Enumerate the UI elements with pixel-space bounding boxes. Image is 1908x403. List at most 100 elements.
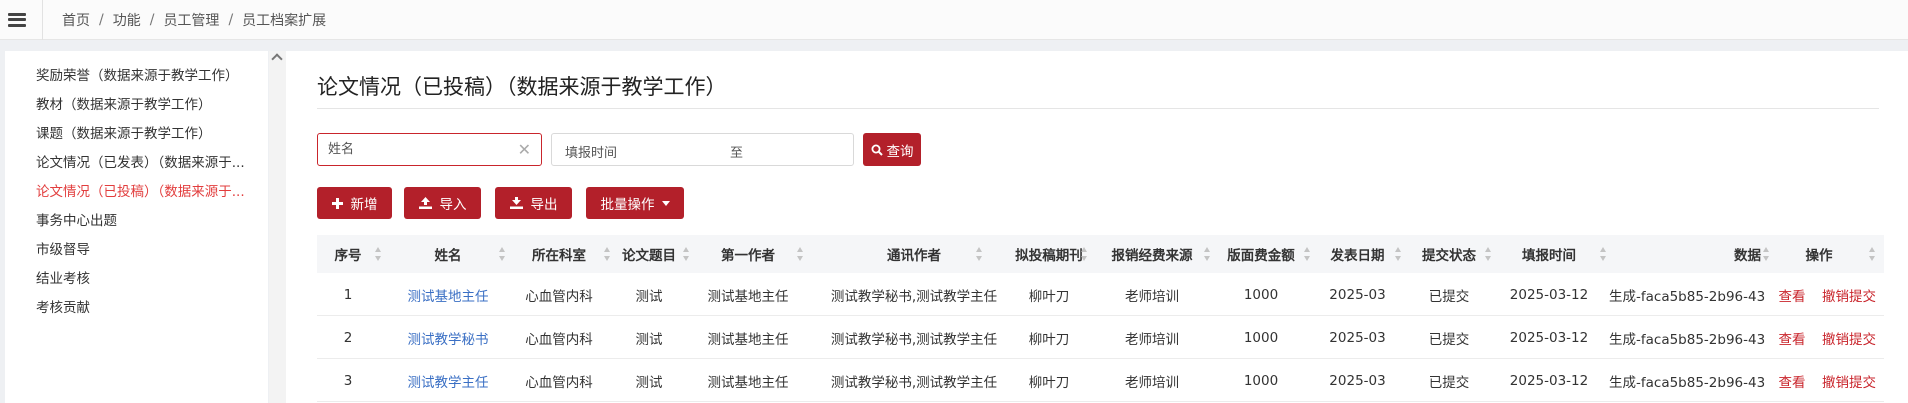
column-header-data[interactable]: 数据 — [1607, 235, 1767, 273]
revoke-submit-link[interactable]: 撤销提交 — [1817, 359, 1881, 402]
column-header-index[interactable]: 序号 — [317, 235, 379, 273]
cell-data: 生成-faca5b85-2b96-43 — [1609, 374, 1766, 391]
cell-dept: 心血管内科 — [525, 331, 593, 348]
sort-icon[interactable] — [1081, 247, 1088, 261]
column-header-funding[interactable]: 报销经费来源 — [1092, 235, 1212, 273]
column-header-title[interactable]: 论文题目 — [611, 235, 687, 273]
name-search-input[interactable] — [318, 134, 508, 165]
menu-icon[interactable] — [8, 12, 26, 27]
import-button[interactable]: 导入 — [404, 187, 481, 219]
column-header-actions: 操作 — [1805, 248, 1833, 264]
sort-icon[interactable] — [1395, 247, 1402, 261]
revoke-submit-link[interactable]: 撤销提交 — [1817, 273, 1881, 316]
clear-icon[interactable]: ✕ — [518, 140, 531, 159]
sidebar-item-papers-published[interactable]: 论文情况（已发表）（数据来源于... — [36, 151, 245, 171]
column-header-pub-date[interactable]: 发表日期 — [1310, 235, 1405, 273]
cell-status: 已提交 — [1428, 288, 1470, 305]
title-divider — [317, 108, 1879, 109]
column-header-dept[interactable]: 所在科室 — [505, 235, 613, 273]
page-title: 论文情况（已投稿）（数据来源于教学工作） — [317, 75, 727, 99]
sidebar-scrollbar[interactable] — [269, 51, 286, 403]
column-header-name[interactable]: 姓名 — [387, 235, 509, 273]
cell-funding: 老师培训 — [1125, 374, 1179, 391]
cell-first-author: 测试基地主任 — [707, 374, 789, 391]
breadcrumb-staff-management[interactable]: 员工管理 — [163, 10, 219, 30]
column-header-first-author[interactable]: 第一作者 — [695, 235, 801, 273]
cell-funding: 老师培训 — [1125, 288, 1179, 305]
table-header: 序号 姓名 所在科室 论文题目 第一作者 通讯作者 拟投稿期刊 报销经费来源 版… — [317, 235, 1884, 273]
divider — [42, 0, 43, 40]
cell-first-author: 测试基地主任 — [707, 288, 789, 305]
column-header-fee[interactable]: 版面费金额 — [1210, 235, 1312, 273]
sort-icon[interactable] — [1869, 247, 1876, 261]
sidebar: 奖励荣誉（数据来源于教学工作） 教材（数据来源于教学工作） 课题（数据来源于教学… — [5, 51, 268, 403]
view-link[interactable]: 查看 — [1774, 316, 1810, 359]
cell-fee: 1000 — [1243, 372, 1279, 389]
sidebar-item-textbooks[interactable]: 教材（数据来源于教学工作） — [36, 93, 212, 113]
sort-icon[interactable] — [1600, 247, 1607, 261]
sort-icon[interactable] — [797, 247, 804, 261]
export-button-label: 导出 — [530, 197, 558, 213]
breadcrumb-home[interactable]: 首页 — [62, 10, 90, 30]
sidebar-item-papers-submitted[interactable]: 论文情况（已投稿）（数据来源于... — [36, 180, 245, 200]
add-button[interactable]: 新增 — [317, 187, 392, 219]
view-link[interactable]: 查看 — [1774, 359, 1810, 402]
cell-journal: 柳叶刀 — [1028, 288, 1070, 305]
sort-icon[interactable] — [683, 247, 690, 261]
export-button[interactable]: 导出 — [495, 187, 572, 219]
cell-name-link[interactable]: 测试教学主任 — [387, 359, 509, 402]
sort-icon[interactable] — [604, 247, 611, 261]
revoke-submit-link[interactable]: 撤销提交 — [1817, 316, 1881, 359]
download-icon — [509, 197, 523, 209]
sidebar-item-contribution[interactable]: 考核贡献 — [36, 296, 90, 316]
cell-title: 测试 — [635, 331, 663, 348]
cell-pub-date: 2025-03 — [1329, 286, 1386, 303]
name-search-field[interactable]: ✕ — [317, 133, 542, 166]
import-button-label: 导入 — [439, 197, 467, 213]
sort-icon[interactable] — [976, 247, 983, 261]
query-button[interactable]: 查询 — [863, 133, 921, 166]
cell-corresponding-author: 测试教学秘书,测试教学主任 — [830, 331, 998, 348]
cell-journal: 柳叶刀 — [1028, 374, 1070, 391]
chevron-up-icon[interactable] — [271, 53, 283, 65]
query-button-label: 查询 — [886, 143, 914, 160]
cell-name-link[interactable]: 测试基地主任 — [387, 273, 509, 316]
date-range-picker[interactable]: 填报时间 至 — [551, 133, 854, 166]
cell-fill-date: 2025-03-12 — [1509, 329, 1589, 346]
cell-title: 测试 — [635, 288, 663, 305]
date-range-label: 填报时间 — [565, 146, 618, 161]
column-header-corresponding-author[interactable]: 通讯作者 — [809, 235, 1019, 273]
sidebar-item-affairs-questions[interactable]: 事务中心出题 — [36, 209, 117, 229]
cell-data: 生成-faca5b85-2b96-43 — [1609, 331, 1766, 348]
sort-icon[interactable] — [1485, 247, 1492, 261]
date-range-separator: 至 — [730, 146, 744, 161]
cell-corresponding-author: 测试教学秘书,测试教学主任 — [830, 374, 998, 391]
sidebar-item-projects[interactable]: 课题（数据来源于教学工作） — [36, 122, 212, 142]
cell-name-link[interactable]: 测试教学秘书 — [387, 316, 509, 359]
cell-index: 3 — [343, 372, 353, 389]
view-link[interactable]: 查看 — [1774, 273, 1810, 316]
cell-corresponding-author: 测试教学秘书,测试教学主任 — [830, 288, 998, 305]
cell-fee: 1000 — [1243, 286, 1279, 303]
breadcrumb-current: 员工档案扩展 — [242, 12, 327, 29]
plus-icon — [331, 197, 343, 209]
column-header-status[interactable]: 提交状态 — [1403, 235, 1495, 273]
cell-status: 已提交 — [1428, 374, 1470, 391]
cell-dept: 心血管内科 — [525, 374, 593, 391]
breadcrumb-function[interactable]: 功能 — [113, 10, 141, 30]
sidebar-item-graduation-exam[interactable]: 结业考核 — [36, 267, 90, 287]
cell-title: 测试 — [635, 374, 663, 391]
table-row: 3 测试教学主任 心血管内科 测试 测试基地主任 测试教学秘书,测试教学主任 柳… — [317, 359, 1884, 402]
cell-fee: 1000 — [1243, 329, 1279, 346]
cell-index: 2 — [343, 329, 353, 346]
cell-status: 已提交 — [1428, 331, 1470, 348]
batch-operation-dropdown[interactable]: 批量操作 — [586, 187, 684, 219]
sort-icon[interactable] — [375, 247, 382, 261]
cell-first-author: 测试基地主任 — [707, 331, 789, 348]
sidebar-item-awards[interactable]: 奖励荣誉（数据来源于教学工作） — [36, 64, 239, 84]
column-header-fill-date[interactable]: 填报时间 — [1493, 235, 1605, 273]
cell-journal: 柳叶刀 — [1028, 331, 1070, 348]
cell-data: 生成-faca5b85-2b96-43 — [1609, 288, 1766, 305]
sidebar-item-city-supervision[interactable]: 市级督导 — [36, 238, 90, 258]
cell-index: 1 — [343, 286, 353, 303]
